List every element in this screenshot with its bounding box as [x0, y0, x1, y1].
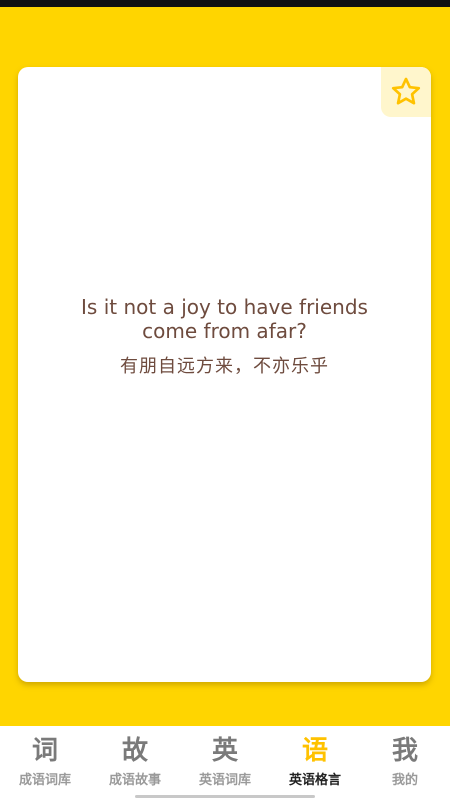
bottom-tab-bar: 词 成语词库 故 成语故事 英 英语词库 语 英语格言 我 我的 — [0, 726, 450, 800]
tab-label: 英语词库 — [198, 773, 251, 788]
tab-me[interactable]: 我 我的 — [360, 726, 450, 800]
app-screen: Is it not a joy to have friends come fro… — [0, 0, 450, 800]
quote-chinese: 有朋自远方来，不亦乐乎 — [120, 356, 329, 377]
status-bar — [0, 0, 450, 7]
quote-block: Is it not a joy to have friends come fro… — [18, 295, 431, 379]
quote-english: Is it not a joy to have friends come fro… — [81, 295, 368, 343]
tab-label: 成语词库 — [18, 773, 71, 788]
tab-idiom-stories[interactable]: 故 成语故事 — [90, 726, 180, 800]
english-dictionary-icon: 英 — [211, 736, 238, 766]
home-indicator[interactable] — [135, 795, 315, 798]
quote-card: Is it not a joy to have friends come fro… — [18, 67, 431, 682]
tab-idiom-dictionary[interactable]: 词 成语词库 — [0, 726, 90, 800]
idiom-stories-icon: 故 — [121, 736, 148, 766]
star-outline-icon — [389, 75, 423, 109]
english-quotes-icon: 语 — [301, 736, 328, 766]
idiom-dictionary-icon: 词 — [31, 736, 58, 766]
tab-label: 我的 — [391, 773, 418, 788]
tab-english-dictionary[interactable]: 英 英语词库 — [180, 726, 270, 800]
tab-english-quotes[interactable]: 语 英语格言 — [270, 726, 360, 800]
favorite-button[interactable] — [381, 67, 431, 117]
profile-icon: 我 — [391, 736, 418, 766]
tab-label: 英语格言 — [288, 773, 341, 788]
tab-label: 成语故事 — [108, 773, 161, 788]
